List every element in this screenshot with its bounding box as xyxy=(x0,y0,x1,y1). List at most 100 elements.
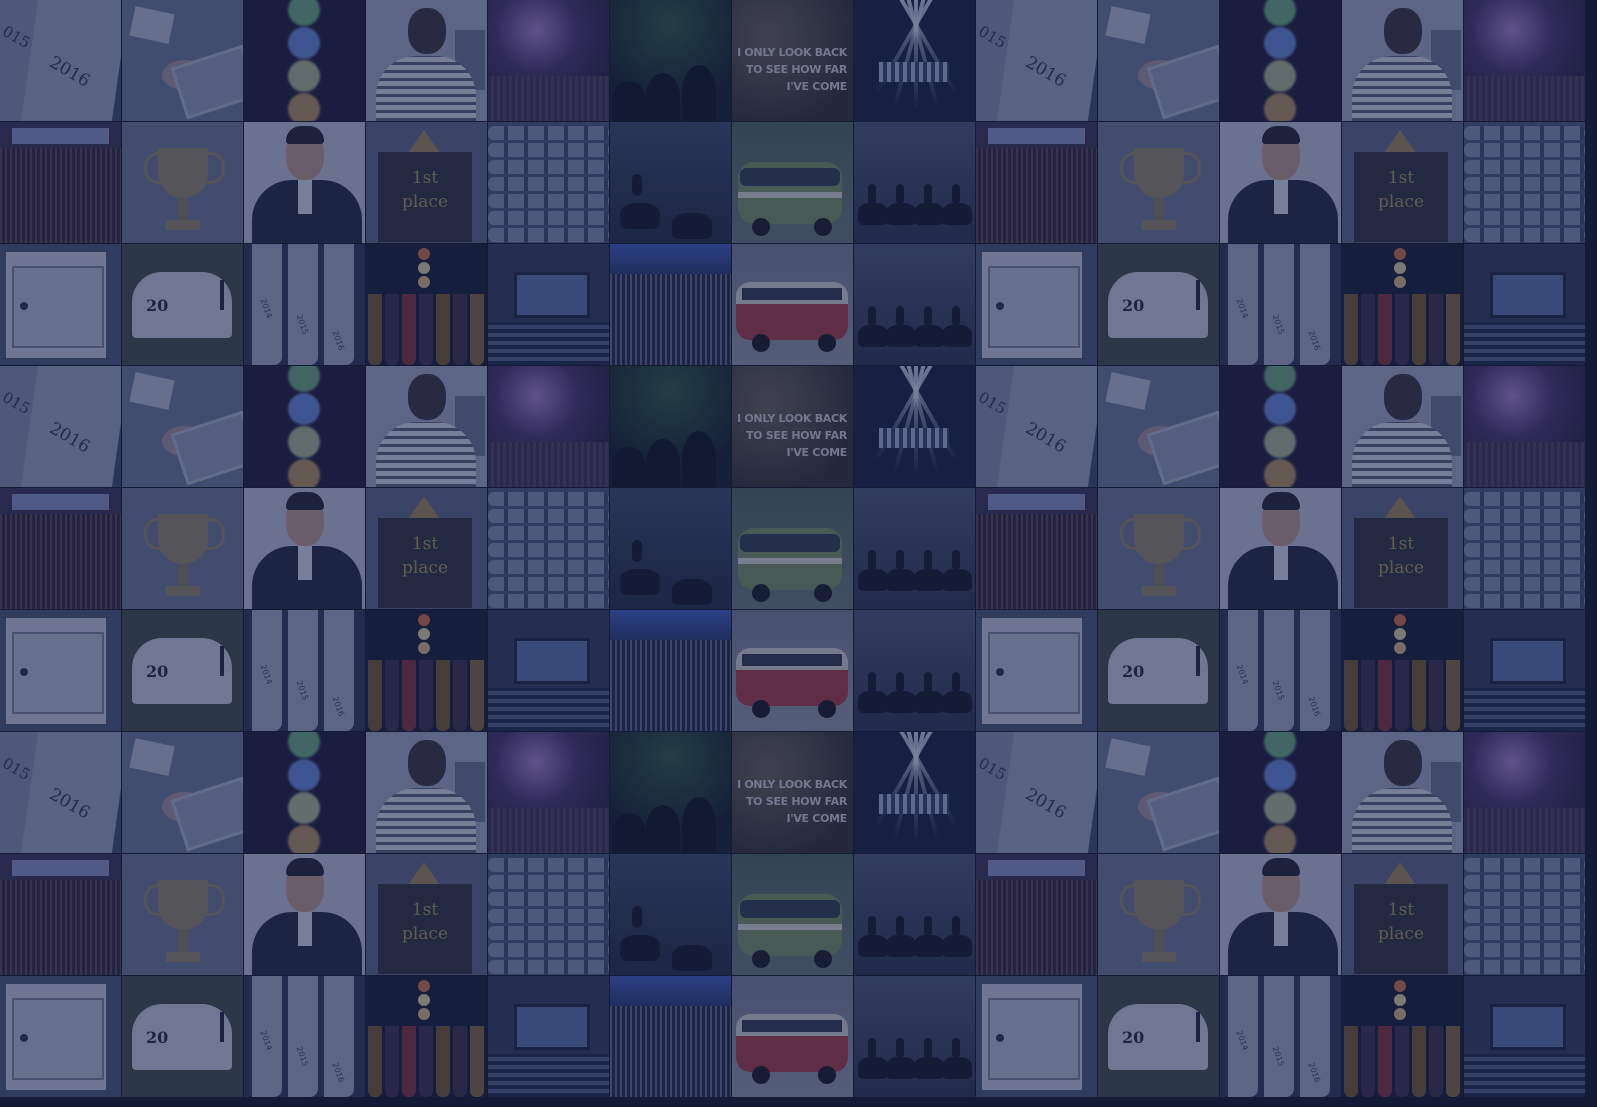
drape xyxy=(1412,294,1426,365)
mosaic-tile-audience xyxy=(976,122,1097,243)
mosaic-tile-auditorium xyxy=(1464,610,1585,731)
drape xyxy=(402,660,416,731)
mosaic-tile-calendar: 015 2016 xyxy=(976,0,1097,121)
seat-row xyxy=(1464,211,1585,225)
rider xyxy=(868,184,876,204)
drape xyxy=(1344,294,1358,365)
rider xyxy=(896,1038,904,1058)
rider xyxy=(896,306,904,326)
seat-row xyxy=(1464,875,1585,889)
drape xyxy=(419,660,433,731)
mosaic-tile-calendar: 015 2016 xyxy=(976,732,1097,853)
stage-light xyxy=(1394,980,1406,992)
drape xyxy=(1429,294,1443,365)
shirt xyxy=(298,546,312,580)
stage-light xyxy=(418,262,430,274)
mosaic-tile-riders xyxy=(854,488,975,609)
paper-sheet xyxy=(1105,6,1151,44)
auditorium-seats xyxy=(1464,1054,1585,1097)
mosaic-tile-trophy xyxy=(122,122,243,243)
stage-light xyxy=(1394,1008,1406,1020)
crowd xyxy=(610,640,731,731)
mosaic-tile-silhouette xyxy=(610,366,731,487)
van-stripe xyxy=(738,558,842,564)
cinema-screen xyxy=(514,272,590,318)
trophy-stem xyxy=(1154,198,1164,220)
drape xyxy=(453,294,467,365)
head xyxy=(408,8,446,54)
bokeh-light xyxy=(1264,426,1296,458)
drape xyxy=(385,1026,399,1097)
hair xyxy=(1262,858,1300,876)
mosaic-tile-person xyxy=(366,366,487,487)
bokeh-light xyxy=(1264,792,1296,824)
bokeh-light xyxy=(1264,459,1296,487)
cinema-screen xyxy=(514,1004,590,1050)
van-window xyxy=(742,654,842,666)
mosaic-tile-theatre xyxy=(1342,610,1463,731)
auditorium-seats xyxy=(1464,322,1585,365)
stage-deck xyxy=(879,428,949,448)
shirt xyxy=(1274,180,1288,214)
quote-text: I ONLY LOOK BACK TO SEE HOW FAR I'VE COM… xyxy=(737,46,847,93)
crowd xyxy=(1464,76,1585,121)
mailbox-number-text: 20 xyxy=(1122,662,1145,681)
bokeh-light xyxy=(288,759,320,791)
head xyxy=(1384,374,1422,420)
drape xyxy=(470,660,484,731)
audience xyxy=(0,880,121,975)
horse xyxy=(942,569,972,591)
mailbox-flag xyxy=(1196,280,1200,310)
van-wheel xyxy=(752,700,770,718)
calendar-sheet xyxy=(1264,244,1294,365)
cabinet-lock xyxy=(20,302,28,310)
van-wheel xyxy=(814,584,832,602)
mosaic-tile-calendar: 015 2016 xyxy=(0,366,121,487)
mosaic-tile-crowdblue xyxy=(610,610,731,731)
seat-row xyxy=(488,875,609,889)
drape xyxy=(368,294,382,365)
stage-screen xyxy=(988,494,1085,510)
van-window xyxy=(740,534,840,552)
horse xyxy=(914,325,944,347)
photo-mosaic-background: 015 2016 I ONLY LOOK BACK TO SEE HOW FAR I… xyxy=(0,0,1597,1107)
mailbox-number-text: 20 xyxy=(146,662,169,681)
silhouette-figure xyxy=(646,73,680,121)
bokeh-light xyxy=(1264,366,1296,392)
mosaic-tile-person xyxy=(366,0,487,121)
mosaic-tile-riders xyxy=(854,244,975,365)
audience xyxy=(976,514,1097,609)
drape xyxy=(470,1026,484,1097)
mosaic-tile-van xyxy=(732,122,853,243)
mosaic-tile-auditorium xyxy=(1464,976,1585,1097)
striped-shirt xyxy=(1352,422,1452,487)
shirt xyxy=(298,180,312,214)
crowd xyxy=(1464,808,1585,853)
audience xyxy=(976,148,1097,243)
mosaic-tile-audience xyxy=(976,488,1097,609)
van-window xyxy=(742,288,842,300)
mosaic-tile-trophy xyxy=(122,488,243,609)
hair xyxy=(1262,126,1300,144)
trophy-base xyxy=(166,952,200,962)
rider xyxy=(868,550,876,570)
mosaic-tile-mailbox: 20 xyxy=(1098,610,1219,731)
drape xyxy=(1446,294,1460,365)
drape xyxy=(402,1026,416,1097)
stage-light xyxy=(418,628,430,640)
mailbox-number-text: 20 xyxy=(146,296,169,315)
calendar-sheet xyxy=(1264,610,1294,731)
mosaic-tile-quote: I ONLY LOOK BACK TO SEE HOW FAR I'VE COM… xyxy=(732,0,853,121)
bokeh-light xyxy=(1264,759,1296,791)
calendar-sheet xyxy=(288,610,318,731)
mosaic-tile-firstplace: 1st place xyxy=(366,854,487,975)
first-place-text: 1st place xyxy=(1377,900,1425,944)
stage-light xyxy=(418,994,430,1006)
laptop xyxy=(170,776,243,852)
mosaic-tile-calendar: 015 2016 xyxy=(0,0,121,121)
horse xyxy=(942,691,972,713)
mosaic-tile-calendar: 015 2016 xyxy=(976,366,1097,487)
mosaic-tile-seats xyxy=(488,122,609,243)
seat-row xyxy=(1464,526,1585,540)
rider xyxy=(952,916,960,936)
